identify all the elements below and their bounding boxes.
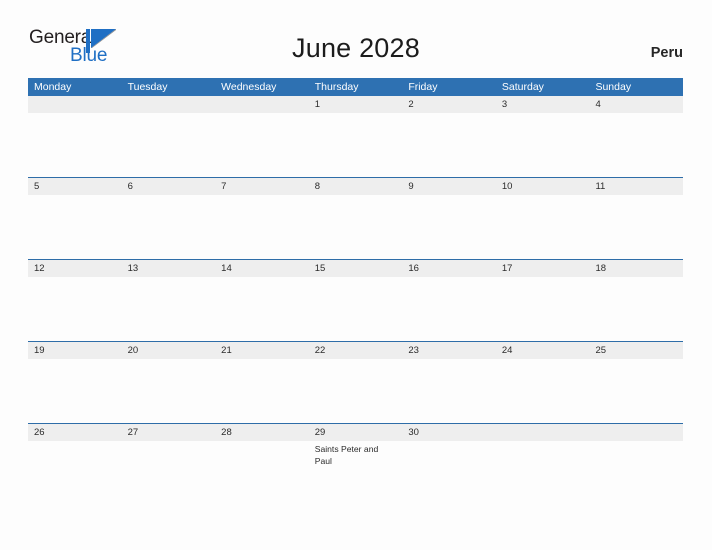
day-cell-empty: [215, 441, 309, 505]
day-number-9[interactable]: 9: [402, 178, 496, 195]
day-number-21[interactable]: 21: [215, 342, 309, 359]
day-cell-empty: [215, 277, 309, 341]
day-cell-empty: [589, 195, 683, 259]
day-cell-empty: [122, 277, 216, 341]
day-cell-empty: [496, 441, 590, 505]
day-cell-empty: [589, 113, 683, 177]
day-number-23[interactable]: 23: [402, 342, 496, 359]
weekday-header-row: Monday Tuesday Wednesday Thursday Friday Satu…: [28, 78, 683, 96]
day-number-16[interactable]: 16: [402, 260, 496, 277]
day-cell-empty: [122, 195, 216, 259]
day-cell-empty: [402, 441, 496, 505]
day-cell-empty: [589, 359, 683, 423]
day-cell-empty: [309, 113, 403, 177]
day-number-15[interactable]: 15: [309, 260, 403, 277]
day-event-band: [28, 277, 683, 341]
day-number-18[interactable]: 18: [589, 260, 683, 277]
day-number-20[interactable]: 20: [122, 342, 216, 359]
day-cell-empty: [496, 277, 590, 341]
day-event-band: [28, 359, 683, 423]
day-number-7[interactable]: 7: [215, 178, 309, 195]
day-number-24[interactable]: 24: [496, 342, 590, 359]
day-number-14[interactable]: 14: [215, 260, 309, 277]
day-number-3[interactable]: 3: [496, 96, 590, 113]
day-cell-empty: [215, 113, 309, 177]
day-number-11[interactable]: 11: [589, 178, 683, 195]
day-cell-empty: [215, 195, 309, 259]
day-cell-empty: [215, 359, 309, 423]
calendar-week-row: 1234: [28, 96, 683, 177]
day-number-12[interactable]: 12: [28, 260, 122, 277]
day-cell-empty: [309, 359, 403, 423]
calendar-week-row: 19 20 21 22 23 24 25: [28, 341, 683, 423]
day-cell-empty: [496, 195, 590, 259]
day-cell-empty: [122, 113, 216, 177]
day-event-band: Saints Peter and Paul: [28, 441, 683, 505]
day-number-empty: [28, 96, 122, 113]
calendar-week-row: 26 27 28 29 30 Saints Peter and Paul: [28, 423, 683, 505]
day-number-2[interactable]: 2: [402, 96, 496, 113]
day-number-10[interactable]: 10: [496, 178, 590, 195]
weekday-header-monday: Monday: [34, 81, 72, 93]
day-number-band: 1234: [28, 96, 683, 113]
day-cell-empty: [28, 195, 122, 259]
day-cell-empty: [496, 359, 590, 423]
day-cell-empty: [28, 441, 122, 505]
weekday-header-saturday: Saturday: [501, 81, 544, 93]
weekday-header-wednesday: Wednesday: [221, 81, 277, 93]
day-number-29[interactable]: 29: [309, 424, 403, 441]
day-number-6[interactable]: 6: [122, 178, 216, 195]
weekday-header-thursday: Thursday: [314, 81, 359, 93]
day-event-text[interactable]: Saints Peter and Paul: [309, 441, 403, 505]
day-number-25[interactable]: 25: [589, 342, 683, 359]
day-number-13[interactable]: 13: [122, 260, 216, 277]
day-cell-empty: [589, 277, 683, 341]
calendar-week-row: 5 6 7 8 9 10 11: [28, 177, 683, 259]
weekday-header-friday: Friday: [408, 81, 438, 93]
day-number-19[interactable]: 19: [28, 342, 122, 359]
calendar-week-row: 12 13 14 15 16 17 18: [28, 259, 683, 341]
day-cell-empty: [589, 441, 683, 505]
day-number-empty: [496, 424, 590, 441]
weekday-header-tuesday: Tuesday: [127, 81, 168, 93]
country-label: Peru: [650, 45, 683, 61]
day-cell-empty: [402, 359, 496, 423]
day-number-empty: [215, 96, 309, 113]
page-header: General Blue June 2028 Peru: [0, 0, 712, 78]
day-number-26[interactable]: 26: [28, 424, 122, 441]
day-number-band: 26 27 28 29 30: [28, 423, 683, 441]
day-number-22[interactable]: 22: [309, 342, 403, 359]
day-number-empty: [122, 96, 216, 113]
day-number-8[interactable]: 8: [309, 178, 403, 195]
calendar-weeks: 1 2 3 4 5 6 7 8 9 10 11 12 13 14 15 16 17 18 19 20 21 22 23 24 2…: [28, 96, 683, 505]
day-number-band: 5 6 7 8 9 10 11: [28, 177, 683, 195]
day-number-17[interactable]: 17: [496, 260, 590, 277]
weekday-header-sunday: Sunday: [595, 81, 632, 93]
day-number-band: 12 13 14 15 16 17 18: [28, 259, 683, 277]
day-cell-empty: [122, 359, 216, 423]
day-number-band: 19 20 21 22 23 24 25: [28, 341, 683, 359]
day-cell-empty: [28, 359, 122, 423]
day-cell-empty: [402, 195, 496, 259]
day-cell-empty: [309, 277, 403, 341]
day-number-27[interactable]: 27: [122, 424, 216, 441]
day-number-4[interactable]: 4: [589, 96, 683, 113]
day-cell-empty: [122, 441, 216, 505]
day-cell-empty: [402, 113, 496, 177]
day-cell-empty: [496, 113, 590, 177]
day-event-band: [28, 195, 683, 259]
day-number-30[interactable]: 30: [402, 424, 496, 441]
day-number-5[interactable]: 5: [28, 178, 122, 195]
calendar-page: General Blue June 2028 Peru Monday Tuesda…: [0, 0, 712, 550]
day-number-1[interactable]: 1: [309, 96, 403, 113]
day-cell-empty: [309, 195, 403, 259]
day-event-band: [28, 113, 683, 177]
day-cell-empty: [28, 113, 122, 177]
day-cell-empty: [28, 277, 122, 341]
calendar-grid: Monday Tuesday Wednesday Thursday Friday Satu…: [28, 78, 683, 505]
day-cell-empty: [402, 277, 496, 341]
page-title: June 2028: [292, 33, 420, 63]
day-number-empty: [589, 424, 683, 441]
day-number-28[interactable]: 28: [215, 424, 309, 441]
